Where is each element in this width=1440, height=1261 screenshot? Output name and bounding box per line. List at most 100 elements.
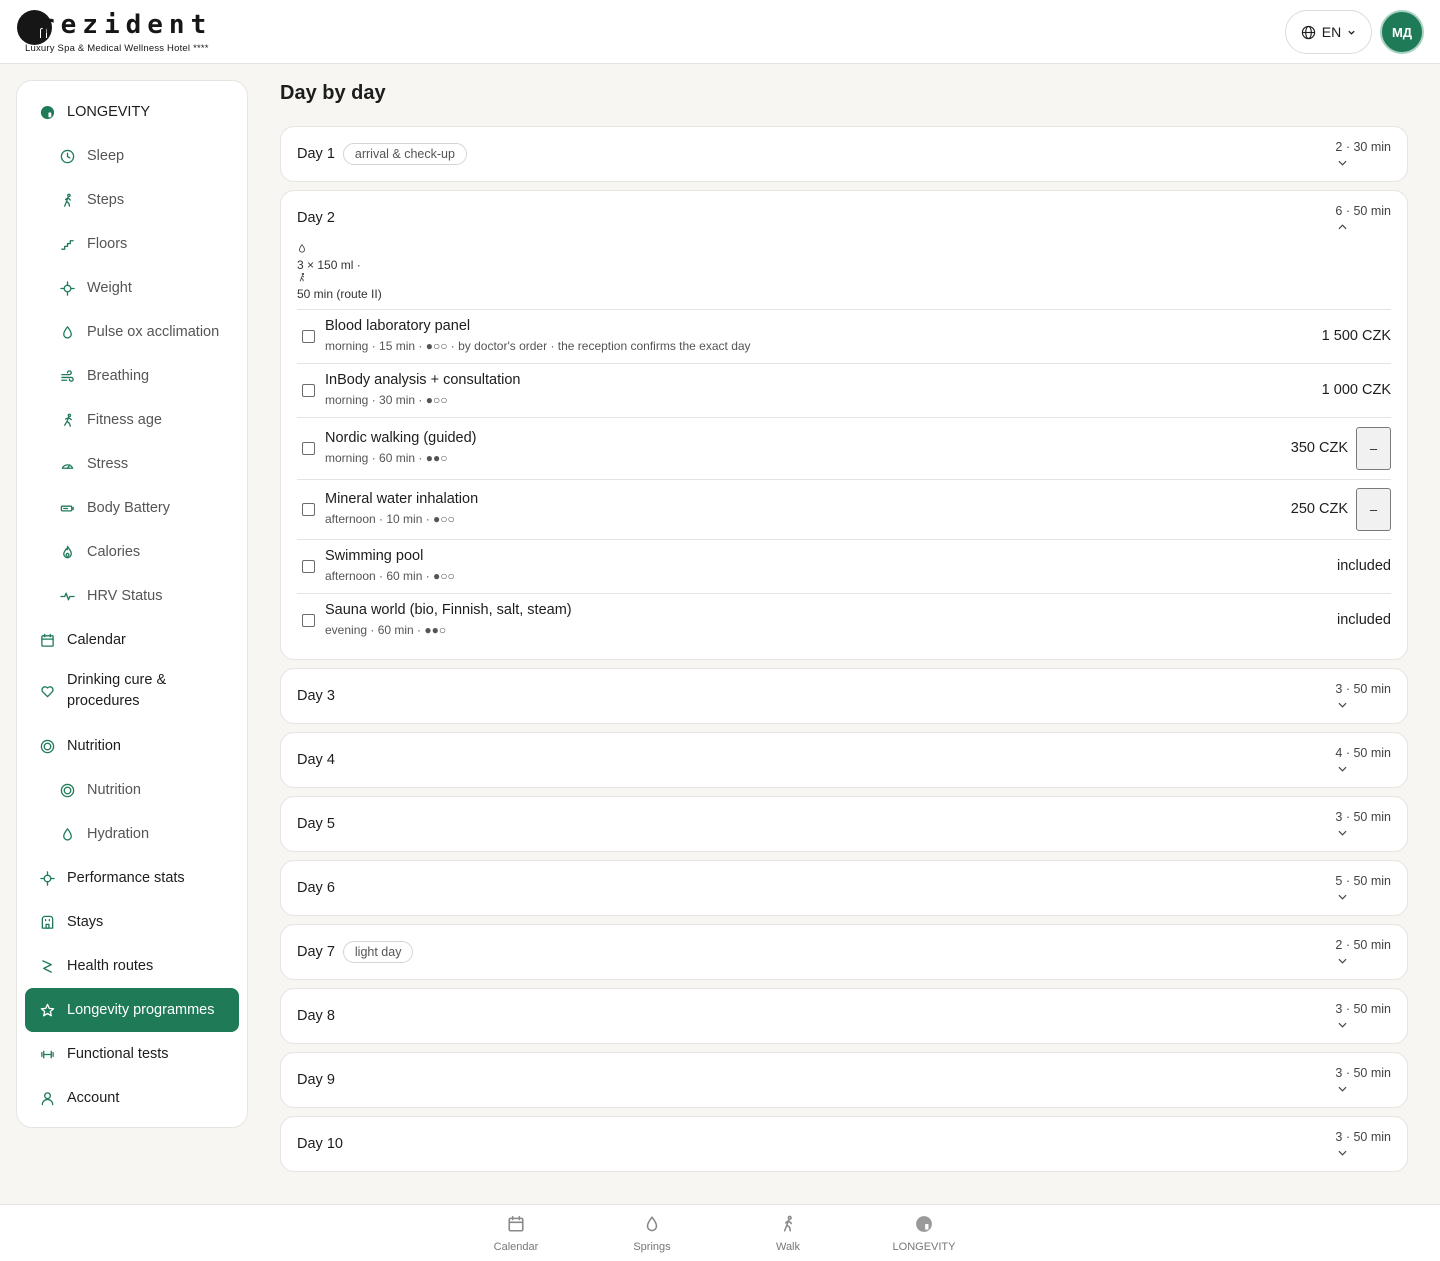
chevron-down-icon[interactable] — [1338, 955, 1347, 967]
day-card[interactable]: Day 2 6 · 50 min 3 × 150 ml · 50 min (ro… — [280, 190, 1408, 660]
day-card[interactable]: Day 7 light day 2 · 50 min — [280, 924, 1408, 980]
sidebar-item-drinking-cure-procedures[interactable]: Drinking cure & procedures — [25, 662, 239, 720]
procedure-checkbox[interactable] — [302, 614, 315, 627]
procedure-row: Sauna world (bio, Finnish, salt, steam) … — [297, 594, 1391, 648]
globe-icon — [1301, 25, 1315, 39]
day-header[interactable]: Day 2 — [297, 191, 335, 245]
sidebar-item-weight[interactable]: Weight — [25, 266, 239, 310]
day-label: Day 8 — [297, 1008, 335, 1024]
bottom-nav-label: Walk — [775, 1241, 801, 1253]
target-icon — [59, 782, 75, 798]
sidebar-item-body-battery[interactable]: Body Battery — [25, 486, 239, 530]
sidebar-item-label: Health routes — [67, 958, 154, 974]
sidebar-item-account[interactable]: Account — [25, 1076, 239, 1120]
day-header[interactable]: Day 10 — [297, 1117, 343, 1171]
day-card[interactable]: Day 8 3 · 50 min — [280, 988, 1408, 1044]
walking-icon — [297, 272, 382, 287]
walking-icon — [59, 192, 75, 208]
day-card[interactable]: Day 5 3 · 50 min — [280, 796, 1408, 852]
day-header[interactable]: Day 7 light day — [297, 925, 414, 979]
day-header[interactable]: Day 4 — [297, 733, 335, 787]
sidebar-item-stays[interactable]: Stays — [25, 900, 239, 944]
sidebar-item-health-routes[interactable]: Health routes — [25, 944, 239, 988]
chevron-down-icon[interactable] — [1338, 891, 1347, 903]
hotel-logo[interactable]: rezident Luxury Spa & Medical Wellness H… — [17, 8, 237, 58]
drop-icon — [59, 826, 75, 842]
day-header[interactable]: Day 6 — [297, 861, 335, 915]
sidebar-item-longevity-programmes[interactable]: Longevity programmes — [25, 988, 239, 1032]
day-summary: 3 × 150 ml · 50 min (route II) — [297, 243, 382, 301]
remove-procedure-button[interactable]: – — [1356, 427, 1391, 470]
day-card[interactable]: Day 4 4 · 50 min — [280, 732, 1408, 788]
bottom-nav-longevity[interactable]: LONGEVITY — [874, 1215, 974, 1253]
chevron-down-icon[interactable] — [1338, 1019, 1347, 1031]
day-label: Day 4 — [297, 752, 335, 768]
walk-route: 50 min (route II) — [297, 286, 382, 301]
day-card[interactable]: Day 3 3 · 50 min — [280, 668, 1408, 724]
day-header[interactable]: Day 5 — [297, 797, 335, 851]
drop-icon — [297, 243, 382, 258]
day-label: Day 3 — [297, 688, 335, 704]
drop-icon — [59, 324, 75, 340]
avatar[interactable]: МД — [1380, 10, 1424, 54]
day-header[interactable]: Day 1 arrival & check-up — [297, 127, 467, 181]
chevron-down-icon[interactable] — [1338, 699, 1347, 711]
procedure-row: InBody analysis + consultation morning ·… — [297, 364, 1391, 418]
page-title: Day by day — [280, 82, 386, 104]
procedure-list: Blood laboratory panel morning · 15 min … — [297, 309, 1391, 648]
day-label: Day 10 — [297, 1136, 343, 1152]
remove-procedure-button[interactable]: – — [1356, 488, 1391, 531]
bottom-nav-label: Springs — [633, 1241, 671, 1253]
sidebar-item-stress[interactable]: Stress — [25, 442, 239, 486]
procedure-checkbox[interactable] — [302, 560, 315, 573]
sidebar-item-functional-tests[interactable]: Functional tests — [25, 1032, 239, 1076]
sidebar-item-calendar[interactable]: Calendar — [25, 618, 239, 662]
sidebar-item-longevity[interactable]: LONGEVITY — [25, 90, 239, 134]
day-card[interactable]: Day 1 arrival & check-up 2 · 30 min — [280, 126, 1408, 182]
procedure-checkbox[interactable] — [302, 384, 315, 397]
crosshair-icon — [59, 280, 75, 296]
sidebar-item-label: Stays — [67, 914, 104, 930]
chevron-down-icon[interactable] — [1338, 763, 1347, 775]
day-header[interactable]: Day 8 — [297, 989, 335, 1043]
sidebar-item-pulse-ox-acclimation[interactable]: Pulse ox acclimation — [25, 310, 239, 354]
day-header[interactable]: Day 9 — [297, 1053, 335, 1107]
bottom-nav-walk[interactable]: Walk — [738, 1215, 838, 1253]
day-card[interactable]: Day 9 3 · 50 min — [280, 1052, 1408, 1108]
sidebar-item-steps[interactable]: Steps — [25, 178, 239, 222]
day-summary-meta: 3 · 50 min — [1335, 1002, 1391, 1016]
procedure-checkbox[interactable] — [302, 330, 315, 343]
building-icon — [39, 914, 55, 930]
sidebar-item-breathing[interactable]: Breathing — [25, 354, 239, 398]
sidebar-item-sleep[interactable]: Sleep — [25, 134, 239, 178]
chevron-up-icon[interactable] — [1338, 221, 1347, 233]
sidebar-item-calories[interactable]: Calories — [25, 530, 239, 574]
day-header[interactable]: Day 3 — [297, 669, 335, 723]
sidebar-item-nutrition[interactable]: Nutrition — [25, 724, 239, 768]
sidebar-item-label: Longevity programmes — [67, 1002, 215, 1018]
sidebar-item-label: Steps — [87, 192, 125, 208]
chevron-down-icon[interactable] — [1338, 157, 1347, 169]
sidebar-item-hrv-status[interactable]: HRV Status — [25, 574, 239, 618]
chevron-down-icon[interactable] — [1338, 1147, 1347, 1159]
user-icon — [39, 1090, 55, 1106]
chevron-down-icon[interactable] — [1338, 1083, 1347, 1095]
sidebar-item-performance-stats[interactable]: Performance stats — [25, 856, 239, 900]
day-card[interactable]: Day 6 5 · 50 min — [280, 860, 1408, 916]
procedure-checkbox[interactable] — [302, 503, 315, 516]
day-card[interactable]: Day 10 3 · 50 min — [280, 1116, 1408, 1172]
sidebar-item-hydration[interactable]: Hydration — [25, 812, 239, 856]
procedure-checkbox[interactable] — [302, 442, 315, 455]
sidebar-item-nutrition[interactable]: Nutrition — [25, 768, 239, 812]
language-selector[interactable]: EN — [1285, 10, 1372, 54]
sidebar-item-fitness-age[interactable]: Fitness age — [25, 398, 239, 442]
bottom-nav-calendar[interactable]: Calendar — [466, 1215, 566, 1253]
running-icon — [59, 412, 75, 428]
bottom-nav-springs[interactable]: Springs — [602, 1215, 702, 1253]
sidebar-item-label: LONGEVITY — [67, 104, 150, 120]
target-icon — [39, 738, 55, 754]
procedure-price: 250 CZK — [1290, 501, 1348, 517]
procedure-name: Blood laboratory panel — [325, 318, 471, 334]
chevron-down-icon[interactable] — [1338, 827, 1347, 839]
sidebar-item-floors[interactable]: Floors — [25, 222, 239, 266]
